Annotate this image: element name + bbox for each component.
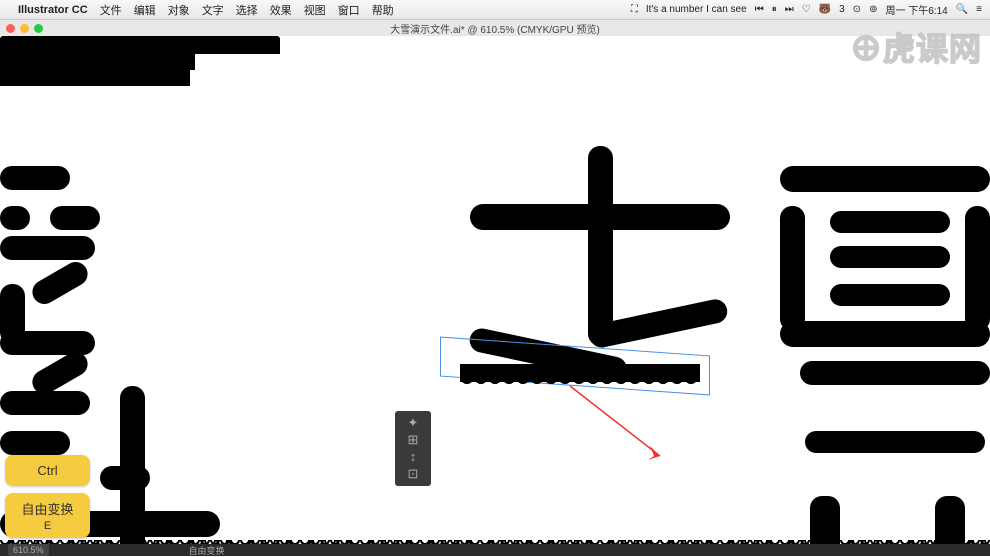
menu-edit[interactable]: 编辑 bbox=[134, 2, 156, 18]
wifi-icon[interactable]: ⊚ bbox=[869, 4, 877, 15]
key-hint-ctrl: Ctrl bbox=[5, 455, 90, 486]
app-name[interactable]: Illustrator CC bbox=[18, 4, 88, 16]
glyph-stroke[interactable] bbox=[0, 431, 70, 455]
search-icon[interactable]: 🔍 bbox=[956, 4, 968, 15]
glyph-stroke[interactable] bbox=[780, 321, 990, 347]
clock-text: 周一 下午6:14 bbox=[885, 2, 947, 17]
glyph-stroke[interactable] bbox=[800, 361, 990, 385]
free-distort-icon[interactable]: ⊡ bbox=[405, 466, 421, 482]
menu-select[interactable]: 选择 bbox=[236, 2, 258, 18]
glyph-stroke[interactable] bbox=[0, 236, 95, 260]
glyph-stroke[interactable] bbox=[0, 166, 70, 190]
heart-icon[interactable]: ♡ bbox=[802, 4, 811, 15]
glyph-stroke[interactable] bbox=[830, 284, 950, 306]
document-title: 大雪演示文件.ai* @ 610.5% (CMYK/GPU 预览) bbox=[390, 21, 600, 36]
badge-count: 3 bbox=[839, 4, 845, 15]
glyph-wave-stroke[interactable] bbox=[0, 54, 195, 70]
menu-object[interactable]: 对象 bbox=[168, 2, 190, 18]
menu-window[interactable]: 窗口 bbox=[338, 2, 360, 18]
glyph-stroke[interactable] bbox=[588, 146, 613, 346]
artboard[interactable]: ✦ ⊞ ↕ ⊡ bbox=[0, 36, 990, 544]
free-transform-icon[interactable]: ⊞ bbox=[405, 432, 421, 448]
glyph-stroke[interactable] bbox=[0, 206, 30, 230]
screenshot-icon[interactable]: ⛶ bbox=[631, 4, 638, 15]
glyph-stroke[interactable] bbox=[830, 246, 950, 268]
glyph-wave-stroke[interactable] bbox=[0, 70, 190, 86]
perspective-distort-icon[interactable]: ↕ bbox=[405, 449, 421, 465]
bear-icon[interactable]: 🐻 bbox=[819, 4, 831, 15]
status-tool-label: 自由变换 bbox=[189, 544, 225, 557]
glyph-stroke[interactable] bbox=[830, 211, 950, 233]
close-window-button[interactable] bbox=[6, 24, 15, 33]
glyph-stroke[interactable] bbox=[935, 496, 965, 544]
media-prev-icon[interactable]: ⏮ bbox=[755, 4, 764, 15]
minimize-window-button[interactable] bbox=[20, 24, 29, 33]
menubar-right: ⛶ It's a number I can see ⏮ ⏸ ⏭ ♡ 🐻 3 ⊙ … bbox=[631, 2, 982, 17]
menu-view[interactable]: 视图 bbox=[304, 2, 326, 18]
constrain-icon[interactable]: ✦ bbox=[405, 415, 421, 431]
zoom-level[interactable]: 610.5% bbox=[8, 544, 49, 556]
menu-icon[interactable]: ≡ bbox=[976, 4, 982, 15]
canvas-area[interactable]: ✦ ⊞ ↕ ⊡ bbox=[0, 36, 990, 544]
glyph-stroke[interactable] bbox=[0, 391, 90, 415]
menu-file[interactable]: 文件 bbox=[100, 2, 122, 18]
mac-menubar: Illustrator CC 文件 编辑 对象 文字 选择 效果 视图 窗口 帮… bbox=[0, 0, 990, 20]
headphone-icon[interactable]: ⊙ bbox=[853, 4, 861, 15]
glyph-stroke[interactable] bbox=[810, 496, 840, 544]
glyph-stroke[interactable] bbox=[780, 166, 990, 192]
media-next-icon[interactable]: ⏭ bbox=[785, 4, 794, 15]
glyph-stroke[interactable] bbox=[805, 431, 985, 453]
glyph-stroke[interactable] bbox=[0, 331, 95, 355]
document-title-bar: 大雪演示文件.ai* @ 610.5% (CMYK/GPU 预览) bbox=[0, 20, 990, 36]
free-transform-tool-panel[interactable]: ✦ ⊞ ↕ ⊡ bbox=[395, 411, 431, 486]
menu-help[interactable]: 帮助 bbox=[372, 2, 394, 18]
glyph-stroke[interactable] bbox=[50, 206, 100, 230]
window-traffic-lights bbox=[6, 24, 43, 33]
selected-object[interactable] bbox=[440, 346, 710, 386]
glyph-stroke[interactable] bbox=[965, 206, 990, 331]
glyph-stroke[interactable] bbox=[28, 258, 92, 309]
now-playing-text: It's a number I can see bbox=[646, 4, 747, 15]
status-bar: 610.5% 自由变换 bbox=[0, 544, 990, 556]
glyph-wave-stroke[interactable] bbox=[0, 36, 280, 54]
glyph-stroke[interactable] bbox=[120, 386, 145, 544]
zoom-window-button[interactable] bbox=[34, 24, 43, 33]
media-play-icon[interactable]: ⏸ bbox=[772, 4, 777, 15]
glyph-stroke[interactable] bbox=[470, 204, 730, 230]
menu-effect[interactable]: 效果 bbox=[270, 2, 292, 18]
glyph-wave-stroke[interactable] bbox=[460, 364, 700, 382]
key-hint-free-transform: 自由变换 E bbox=[5, 493, 90, 538]
menu-type[interactable]: 文字 bbox=[202, 2, 224, 18]
glyph-stroke[interactable] bbox=[780, 206, 805, 331]
